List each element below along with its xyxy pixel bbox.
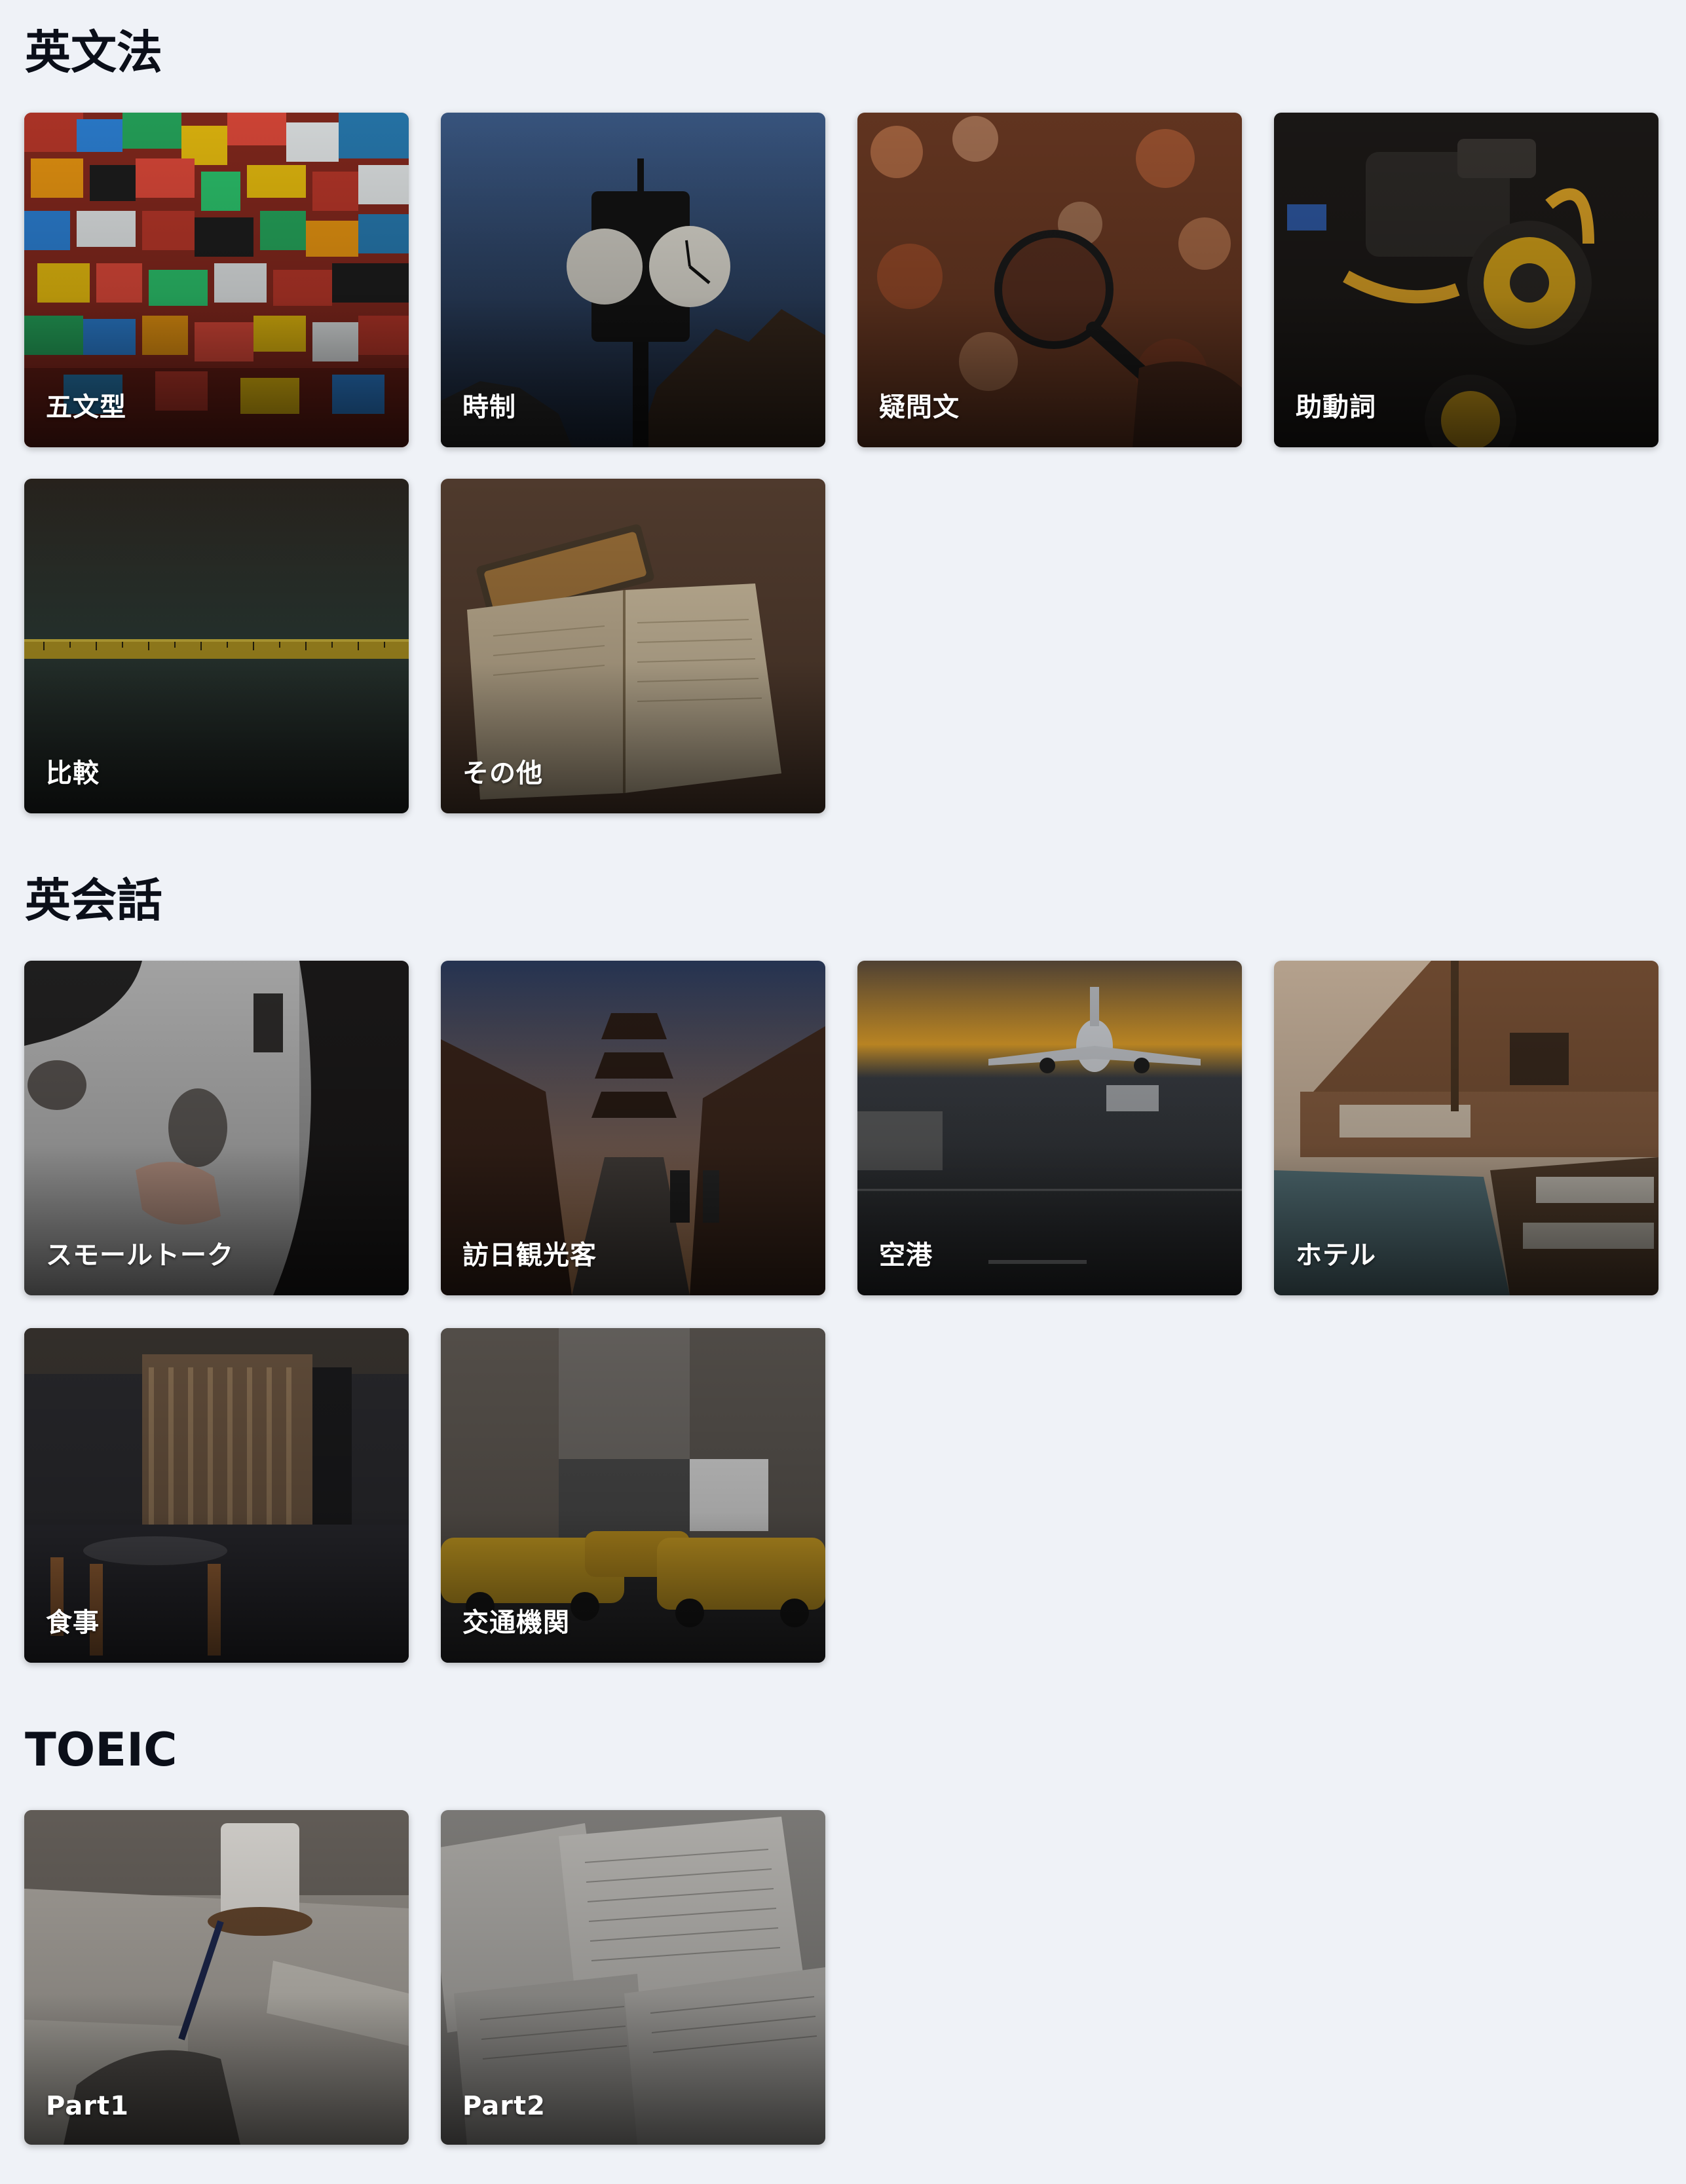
card-label: 時制	[462, 392, 516, 422]
card-inbound-tourists[interactable]: 訪日観光客	[441, 961, 825, 1295]
section-title-grammar: 英文法	[25, 26, 162, 79]
card-part1[interactable]: Part1	[24, 1810, 409, 2145]
card-label: Part2	[462, 2091, 546, 2121]
card-label: ホテル	[1296, 1240, 1376, 1270]
card-label: スモールトーク	[46, 1240, 234, 1270]
section-title-conversation: 英会話	[25, 874, 162, 927]
card-airport[interactable]: 空港	[857, 961, 1242, 1295]
card-part2[interactable]: Part2	[441, 1810, 825, 2145]
card-label: 訪日観光客	[462, 1240, 597, 1270]
card-auxiliary-verbs[interactable]: 助動詞	[1274, 113, 1658, 447]
card-small-talk[interactable]: スモールトーク	[24, 961, 409, 1295]
card-label: 比較	[46, 758, 100, 788]
card-label: 五文型	[46, 392, 126, 422]
card-label: 疑問文	[879, 392, 960, 422]
card-label: 空港	[879, 1240, 933, 1270]
card-transportation[interactable]: 交通機関	[441, 1328, 825, 1663]
card-tense[interactable]: 時制	[441, 113, 825, 447]
section-title-toeic: TOEIC	[25, 1723, 178, 1777]
page: 英文法 五文型 時制 疑問文 助動詞 比較 その他 英会話 スモールトーク 訪日…	[0, 0, 1686, 2184]
card-questions[interactable]: 疑問文	[857, 113, 1242, 447]
card-label: 食事	[46, 1608, 100, 1638]
card-label: 助動詞	[1296, 392, 1376, 422]
card-others[interactable]: その他	[441, 479, 825, 813]
card-five-sentence-patterns[interactable]: 五文型	[24, 113, 409, 447]
card-label: その他	[462, 758, 543, 788]
card-label: Part1	[46, 2091, 129, 2121]
card-label: 交通機関	[462, 1608, 570, 1638]
card-comparison[interactable]: 比較	[24, 479, 409, 813]
card-hotel[interactable]: ホテル	[1274, 961, 1658, 1295]
card-meals[interactable]: 食事	[24, 1328, 409, 1663]
